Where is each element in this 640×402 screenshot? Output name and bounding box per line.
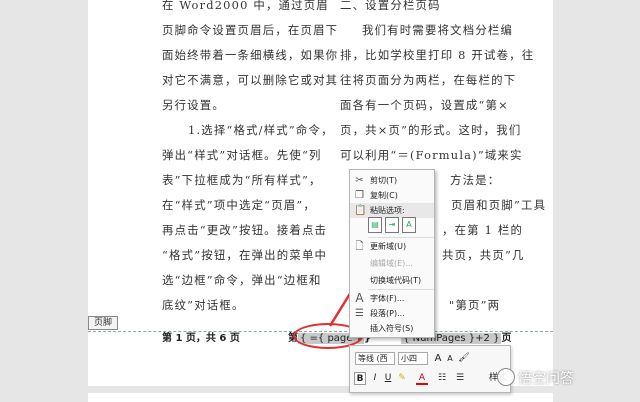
paste-merge-icon[interactable]: ⇥ (385, 217, 399, 233)
bullets-icon[interactable]: ☷ (436, 372, 448, 385)
format-painter-icon[interactable]: 🖌 (458, 352, 470, 365)
copy-icon: ❐ (355, 190, 364, 201)
bold-button[interactable]: B (354, 372, 366, 385)
paragraph-icon: ☰ (355, 308, 364, 319)
font-size-select[interactable]: 小四 (398, 352, 428, 365)
menu-separator (368, 237, 434, 238)
highlight-icon[interactable]: ✎ (396, 372, 408, 385)
italic-button[interactable]: I (369, 372, 381, 385)
menu-item-paragraph[interactable]: ☰ 段落(P)... (350, 306, 434, 321)
toggle-field-codes-icon (354, 275, 365, 286)
menu-item-update-field[interactable]: 🗋 更新域(U) (350, 239, 434, 254)
symbol-icon (354, 323, 365, 334)
menu-item-insert-symbol[interactable]: 插入符号(S) (350, 321, 434, 336)
menu-item-copy[interactable]: ❐ 复制(C) (350, 188, 434, 203)
menu-item-label: 粘贴选项: (370, 206, 405, 215)
paste-keep-format-icon[interactable]: ▤ (368, 217, 382, 233)
menu-item-label: 字体(F)... (370, 294, 405, 303)
numbering-icon[interactable]: ☰ (454, 372, 466, 385)
menu-item-label: 更新域(U) (370, 242, 407, 251)
watermark-logo-icon (497, 368, 515, 386)
paste-text-only-icon[interactable]: A (402, 217, 416, 233)
edit-field-icon (354, 258, 365, 269)
menu-item-label: 插入符号(S) (370, 324, 414, 333)
watermark: 悟空问答 (518, 371, 574, 387)
context-menu: ✂ 剪切(T) ❐ 复制(C) 📋 粘贴选项: ▤ ⇥ A 🗋 更新域(U) 编辑域… (349, 169, 435, 338)
menu-separator (368, 289, 434, 290)
shrink-font-button[interactable]: A (444, 352, 456, 365)
paste-icon: 📋 (354, 205, 367, 216)
scissors-icon: ✂ (355, 175, 364, 186)
mini-toolbar: 等线 (西 小四 A A 🖌 B I U ✎ A ☷ ☰ 样式 (349, 345, 511, 393)
menu-item-label: 复制(C) (370, 191, 398, 200)
update-field-icon: 🗋 (355, 241, 364, 252)
menu-item-label: 编辑域(E)... (370, 259, 413, 268)
menu-item-font[interactable]: A 字体(F)... (350, 291, 434, 306)
menu-item-paste-options: 📋 粘贴选项: (350, 203, 434, 218)
font-color-button[interactable]: A (416, 372, 428, 385)
menu-item-label: 切换域代码(T) (370, 276, 422, 285)
grow-font-button[interactable]: A (432, 352, 444, 365)
menu-item-edit-field[interactable]: 编辑域(E)... (350, 256, 434, 271)
paste-options-row: ▤ ⇥ A (368, 217, 430, 235)
menu-item-label: 剪切(T) (370, 176, 398, 185)
underline-button[interactable]: U (382, 372, 394, 385)
menu-item-toggle-field-codes[interactable]: 切换域代码(T) (350, 273, 434, 288)
annotation-arrow (328, 252, 377, 327)
font-icon: A (355, 291, 364, 305)
menu-item-label: 段落(P)... (370, 309, 405, 318)
menu-item-cut[interactable]: ✂ 剪切(T) (350, 173, 434, 188)
font-name-select[interactable]: 等线 (西 (355, 352, 395, 365)
